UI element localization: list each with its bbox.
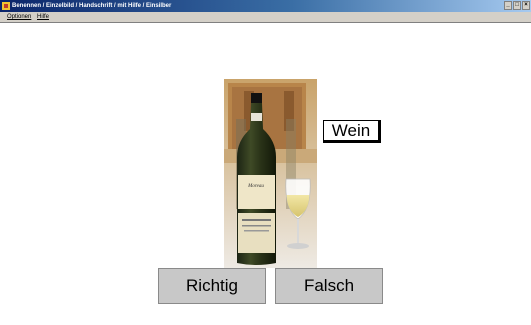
title-bar: Benennen / Einzelbild / Handschrift / mi… bbox=[0, 0, 531, 12]
maximize-icon[interactable]: □ bbox=[513, 1, 521, 10]
menu-bar: Optionen Hilfe bbox=[0, 12, 531, 23]
menu-optionen[interactable]: Optionen bbox=[7, 12, 31, 23]
menu-hilfe[interactable]: Hilfe bbox=[37, 12, 49, 23]
window-title: Benennen / Einzelbild / Handschrift / mi… bbox=[12, 3, 172, 9]
app-icon bbox=[2, 2, 10, 10]
close-icon[interactable]: × bbox=[522, 1, 530, 10]
word-card: Wein bbox=[323, 120, 381, 143]
minimize-icon[interactable]: _ bbox=[504, 1, 512, 10]
richtig-button[interactable]: Richtig bbox=[158, 268, 266, 304]
wine-photo: Moreau bbox=[224, 79, 317, 268]
wine-bottle-image: Moreau bbox=[224, 79, 317, 268]
falsch-button[interactable]: Falsch bbox=[275, 268, 383, 304]
svg-text:Moreau: Moreau bbox=[247, 184, 264, 189]
